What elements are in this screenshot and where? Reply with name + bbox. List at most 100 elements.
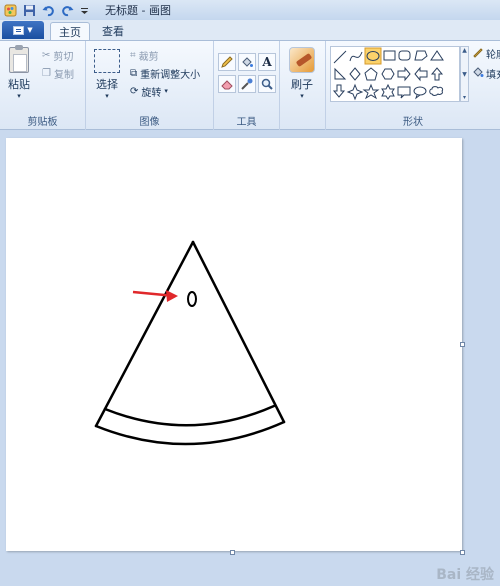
title-bar: 无标题 - 画图 (0, 0, 500, 20)
crop-icon: ⌗ (130, 49, 136, 61)
chevron-down-icon: ▾ (164, 87, 168, 95)
rotate-icon: ⟳ (130, 85, 139, 97)
chevron-down-icon[interactable]: ▼ (462, 71, 467, 78)
chevron-down-icon: ▾ (300, 92, 304, 100)
down-arrow-shape-icon[interactable] (332, 84, 346, 98)
crop-button[interactable]: ⌗ 裁剪 (130, 47, 159, 63)
window-title: 无标题 - 画图 (105, 4, 171, 17)
resize-label: 重新调整大小 (140, 69, 201, 81)
chevron-up-icon[interactable]: ▲ (462, 47, 467, 54)
right-triangle-shape-icon[interactable] (334, 67, 347, 80)
clipboard-group-label: 剪贴板 (27, 117, 58, 128)
rotate-label: 旋转 (141, 87, 162, 99)
text-icon[interactable]: A (258, 53, 276, 71)
fill-bucket-icon[interactable] (238, 53, 256, 71)
expand-gallery-icon[interactable]: ▾ (463, 94, 466, 101)
ribbon: 粘贴 ▾ ✂ 剪切 ❐ 复制 剪贴板 选择 ▾ ⌗ 裁剪 ⧉ 重新调整大小 ⟳ … (0, 40, 500, 130)
four-point-star-shape-icon[interactable] (346, 83, 364, 101)
select-icon (94, 49, 120, 73)
brushes-label: 刷子 (291, 78, 313, 91)
image-group-label: 图像 (139, 117, 160, 128)
up-arrow-shape-icon[interactable] (430, 67, 444, 81)
tools-group: A 工具 (214, 41, 280, 130)
diamond-shape-icon[interactable] (349, 67, 361, 81)
left-arrow-shape-icon[interactable] (414, 66, 428, 82)
pencil-icon[interactable] (218, 53, 236, 71)
image-group: 选择 ▾ ⌗ 裁剪 ⧉ 重新调整大小 ⟳ 旋转 ▾ 图像 (86, 41, 214, 130)
tab-home[interactable]: 主页 (50, 22, 90, 41)
hexagon-shape-icon[interactable] (381, 68, 395, 80)
resize-icon: ⧉ (130, 67, 138, 79)
chevron-down-icon: ▾ (105, 92, 109, 100)
oval-callout-shape-icon[interactable] (413, 86, 427, 100)
rectangle-shape-icon[interactable] (383, 50, 396, 61)
canvas-workspace: Bai 经验 (0, 131, 500, 586)
resize-handle-right[interactable] (460, 342, 465, 347)
tools-group-label: 工具 (236, 117, 257, 128)
tools-grid: A (218, 53, 276, 93)
paste-button[interactable]: 粘贴 ▾ (8, 45, 30, 100)
copy-icon: ❐ (42, 67, 51, 79)
red-arrow-annotation (132, 290, 178, 302)
select-button[interactable]: 选择 ▾ (94, 49, 120, 100)
shapes-gallery[interactable] (330, 46, 460, 102)
line-shape-icon[interactable] (333, 50, 347, 64)
redo-icon[interactable] (61, 4, 74, 17)
crop-label: 裁剪 (138, 51, 159, 63)
rounded-callout-shape-icon[interactable] (397, 86, 411, 99)
outline-button[interactable]: 轮廓 (472, 46, 500, 61)
rounded-rectangle-shape-icon[interactable] (398, 50, 411, 61)
paste-label: 粘贴 (8, 78, 30, 91)
triangle-shape-icon[interactable] (430, 50, 444, 61)
outline-icon (472, 46, 484, 61)
tab-view[interactable]: 查看 (94, 22, 132, 40)
cloud-callout-shape-icon[interactable] (429, 86, 444, 96)
watermelon-rind-inner (103, 404, 276, 427)
shapes-group: ▲ ▼ ▾ 轮廓 填充 形状 (326, 41, 500, 130)
oval-shape-icon[interactable] (364, 47, 382, 65)
drawing-canvas[interactable] (6, 138, 462, 551)
shapes-scrollbar[interactable]: ▲ ▼ ▾ (460, 46, 469, 102)
eraser-icon[interactable] (218, 75, 236, 93)
chevron-down-icon: ▼ (27, 26, 33, 34)
magnifier-icon[interactable] (258, 75, 276, 93)
watermelon-right-edge (191, 240, 286, 424)
resize-handle-corner[interactable] (460, 550, 465, 555)
cut-label: 剪切 (53, 51, 74, 63)
six-point-star-shape-icon[interactable] (381, 83, 395, 100)
fill-button[interactable]: 填充 (472, 66, 500, 81)
save-icon[interactable] (23, 4, 36, 17)
chevron-down-icon: ▾ (17, 92, 21, 100)
rotate-button[interactable]: ⟳ 旋转 ▾ (130, 83, 168, 99)
fill-icon (472, 66, 484, 81)
pentagon-shape-icon[interactable] (364, 67, 378, 81)
brush-icon (289, 47, 315, 73)
menu-icon (13, 25, 25, 35)
watermelon-left-edge (94, 240, 195, 428)
resize-button[interactable]: ⧉ 重新调整大小 (130, 65, 200, 81)
scissors-icon: ✂ (42, 49, 51, 61)
resize-handle-bottom[interactable] (230, 550, 235, 555)
polygon-shape-icon[interactable] (414, 50, 428, 61)
five-point-star-shape-icon[interactable] (362, 83, 380, 100)
select-label: 选择 (96, 78, 118, 91)
fill-label: 填充 (486, 70, 500, 81)
watermelon-seed (187, 291, 197, 307)
copy-label: 复制 (53, 69, 74, 81)
brushes-button[interactable]: 刷子 ▾ (289, 47, 315, 100)
color-picker-icon[interactable] (238, 75, 256, 93)
ribbon-tab-row: ▼ 主页 查看 (0, 20, 500, 41)
shapes-group-label: 形状 (403, 117, 423, 128)
clipboard-group: 粘贴 ▾ ✂ 剪切 ❐ 复制 剪贴板 (0, 41, 86, 130)
drawing (94, 240, 286, 446)
file-menu-button[interactable]: ▼ (2, 21, 44, 39)
cut-button[interactable]: ✂ 剪切 (42, 47, 73, 63)
outline-label: 轮廓 (486, 50, 500, 61)
paint-app-icon[interactable] (4, 4, 17, 17)
right-arrow-shape-icon[interactable] (397, 66, 411, 82)
curve-shape-icon[interactable] (349, 51, 363, 62)
undo-icon[interactable] (42, 4, 55, 17)
copy-button[interactable]: ❐ 复制 (42, 65, 74, 81)
customize-toolbar-icon[interactable] (80, 4, 93, 17)
brushes-group: 刷子 ▾ (280, 41, 326, 130)
